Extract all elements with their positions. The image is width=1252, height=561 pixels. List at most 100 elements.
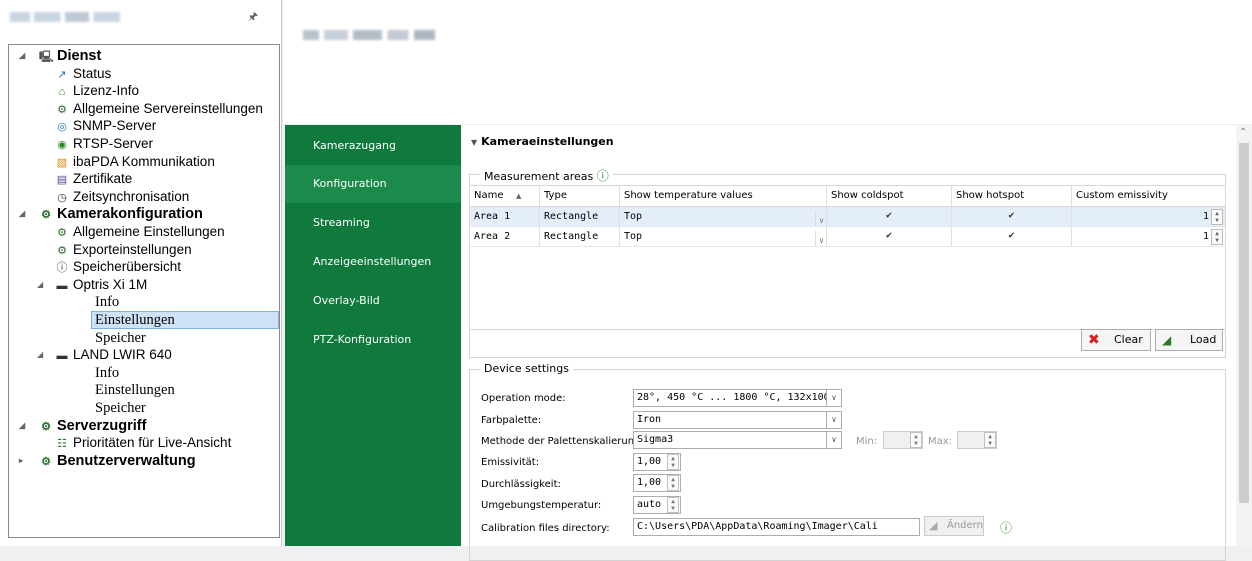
durchlaessigkeit-input[interactable]: 1,00 ▲ ▼ [633,474,681,492]
col-coldspot[interactable]: Show coldspot [827,186,952,206]
tree-item[interactable]: ◎ SNMP-Server [55,117,156,135]
tree-item[interactable]: ▤ Zertifikate [55,170,132,188]
tree-item[interactable]: ⓘ Speicherübersicht [55,258,182,276]
tree-item-label: Speicher [95,400,146,416]
tree-item[interactable]: ▸ ⚙ Benutzerverwaltung [19,452,196,470]
tree-item-label: Allgemeine Einstellungen [73,224,225,239]
col-temp[interactable]: Show temperature values [620,186,827,206]
tree-item[interactable]: ↗ Status [55,65,111,83]
spinner-icon: ▲ ▼ [984,432,996,448]
spinner-icon[interactable]: ▲ ▼ [667,454,679,470]
chevron-down-icon[interactable]: ∨ [815,231,824,246]
emissivitaet-input[interactable]: 1,00 ▲ ▼ [633,453,681,471]
tree-item[interactable]: Speicher [95,329,146,347]
spinner-icon[interactable]: ▲ ▼ [1211,209,1223,225]
chevron-down-icon[interactable]: ∨ [826,432,841,448]
col-hotspot[interactable]: Show hotspot [952,186,1072,206]
tree-item[interactable]: Info [95,293,119,311]
col-name[interactable]: Name ▲ [470,186,540,206]
spinner-icon[interactable]: ▲ ▼ [667,497,679,513]
tree-item[interactable]: ◢ 🖳 Dienst [19,47,101,65]
tree-item[interactable]: ◷ Zeitsynchronisation [55,188,189,206]
expand-down-icon[interactable]: ◢ [37,346,43,364]
tree-item[interactable]: ◢ ▬ LAND LWIR 640 [37,346,172,364]
tree-item[interactable]: ⚙ Allgemeine Servereinstellungen [55,100,263,118]
folder-open-icon: ◢ [929,519,938,532]
expand-down-icon[interactable]: ◢ [19,47,25,65]
spinner-icon[interactable]: ▲ ▼ [667,475,679,491]
broadcast-icon: ◉ [57,139,67,151]
checkbox-checked-icon[interactable]: ✔ [1007,211,1017,221]
col-type[interactable]: Type [540,186,620,206]
nav-kamerazugang[interactable]: Kamerazugang [285,127,461,165]
cell-temp-dropdown[interactable]: Top ∨ [620,227,827,246]
vertical-scrollbar[interactable]: ⌃ [1236,125,1252,546]
nav-anzeigeeinstellungen[interactable]: Anzeigeeinstellungen [285,243,461,281]
tree-item[interactable]: ▧ ibaPDA Kommunikation [55,153,215,171]
nav-konfiguration[interactable]: Konfiguration [285,165,461,203]
expand-down-icon[interactable]: ◢ [19,205,25,223]
nav-overlay-bild[interactable]: Overlay-Bild [285,282,461,320]
clear-button[interactable]: ✖ Clear [1081,329,1151,351]
cell-name[interactable]: Area 1 [470,207,540,226]
table-row[interactable]: Area 1 Rectangle Top ∨ ✔ ✔ 1 ▲ ▼ [470,207,1225,227]
col-emissivity[interactable]: Custom emissivity [1072,186,1225,206]
checkbox-checked-icon[interactable]: ✔ [884,231,894,241]
section-header[interactable]: ▼ Kameraeinstellungen [471,135,614,148]
info-icon[interactable]: ⓘ [1000,519,1012,536]
chevron-down-icon[interactable]: ∨ [826,390,841,406]
spinner-icon[interactable]: ▲ ▼ [1211,229,1223,245]
cell-coldspot[interactable]: ✔ [827,227,952,246]
cell-coldspot[interactable]: ✔ [827,207,952,226]
section-title: Kameraeinstellungen [481,135,614,148]
umgebung-input[interactable]: auto ▲ ▼ [633,496,681,514]
cell-type[interactable]: Rectangle [540,227,620,246]
cell-emissivity[interactable]: 1 ▲ ▼ [1072,207,1225,226]
clear-label: Clear [1114,333,1143,346]
tree-item[interactable]: ⚙ Allgemeine Einstellungen [55,223,225,241]
cell-hotspot[interactable]: ✔ [952,207,1072,226]
cell-temp-dropdown[interactable]: Top ∨ [620,207,827,226]
pda-icon: ▧ [56,156,68,169]
cell-emissivity[interactable]: 1 ▲ ▼ [1072,227,1225,246]
nav-ptz-konfiguration[interactable]: PTZ-Konfiguration [285,321,461,359]
pin-icon[interactable]: 🖈 [248,8,258,27]
aendern-button[interactable]: ◢ Ändern [924,516,984,536]
tree-item[interactable]: ⚙ Exporteinstellungen [55,241,192,259]
expand-down-icon[interactable]: ◢ [37,276,43,294]
cell-hotspot[interactable]: ✔ [952,227,1072,246]
expand-down-icon[interactable]: ◢ [19,417,25,435]
cell-name[interactable]: Area 2 [470,227,540,246]
cell-type[interactable]: Rectangle [540,207,620,226]
checkbox-checked-icon[interactable]: ✔ [1007,231,1017,241]
expand-right-icon[interactable]: ▸ [19,452,23,470]
tree-item[interactable]: ⌂ Lizenz-Info [55,82,139,100]
nav-streaming[interactable]: Streaming [285,204,461,242]
calib-path-input[interactable]: C:\Users\PDA\AppData\Roaming\Imager\Cali [633,518,920,536]
tree-item[interactable]: Info [95,364,119,382]
tree-item[interactable]: ◢ ▬ Optris Xi 1M [37,276,147,294]
tree-item[interactable]: ◢ ⚙ Serverzugriff [19,417,146,435]
tree-item[interactable]: ◢ ⚙ Kamerakonfiguration [19,205,203,223]
farbpalette-select[interactable]: Iron ∨ [633,411,842,429]
scroll-thumb[interactable] [1239,143,1249,503]
chevron-down-icon[interactable]: ∨ [826,412,841,428]
checkbox-checked-icon[interactable]: ✔ [884,211,894,221]
scroll-up-icon[interactable]: ⌃ [1239,127,1247,138]
navigation-tree: ◢ 🖳 Dienst ↗ Status ⌂ Lizenz-Info ⚙ Allgemeine S… [8,44,280,538]
tree-item[interactable]: Einstellungen [91,311,279,329]
tree-item[interactable]: Speicher [95,399,146,417]
operation-mode-select[interactable]: 28°, 450 °C ... 1800 °C, 132x100 @ 2... … [633,389,842,407]
chevron-down-icon[interactable]: ∨ [815,211,824,226]
tree-item[interactable]: ◉ RTSP-Server [55,135,153,153]
methode-select[interactable]: Sigma3 ∨ [633,431,842,449]
load-button[interactable]: ◢ Load [1155,329,1223,351]
methode-label: Methode der Palettenskalierung: [481,436,644,447]
tree-item[interactable]: Einstellungen [95,381,175,399]
collapse-chevron-icon[interactable]: ▼ [471,138,477,147]
info-icon[interactable]: ⓘ [597,169,609,183]
tree-item[interactable]: ☷ Prioritäten für Live-Ansicht [55,434,231,452]
min-input: ▲ ▼ [883,431,923,449]
table-row[interactable]: Area 2 Rectangle Top ∨ ✔ ✔ 1 ▲ ▼ [470,227,1225,247]
device-settings-legend: Device settings [480,362,573,375]
